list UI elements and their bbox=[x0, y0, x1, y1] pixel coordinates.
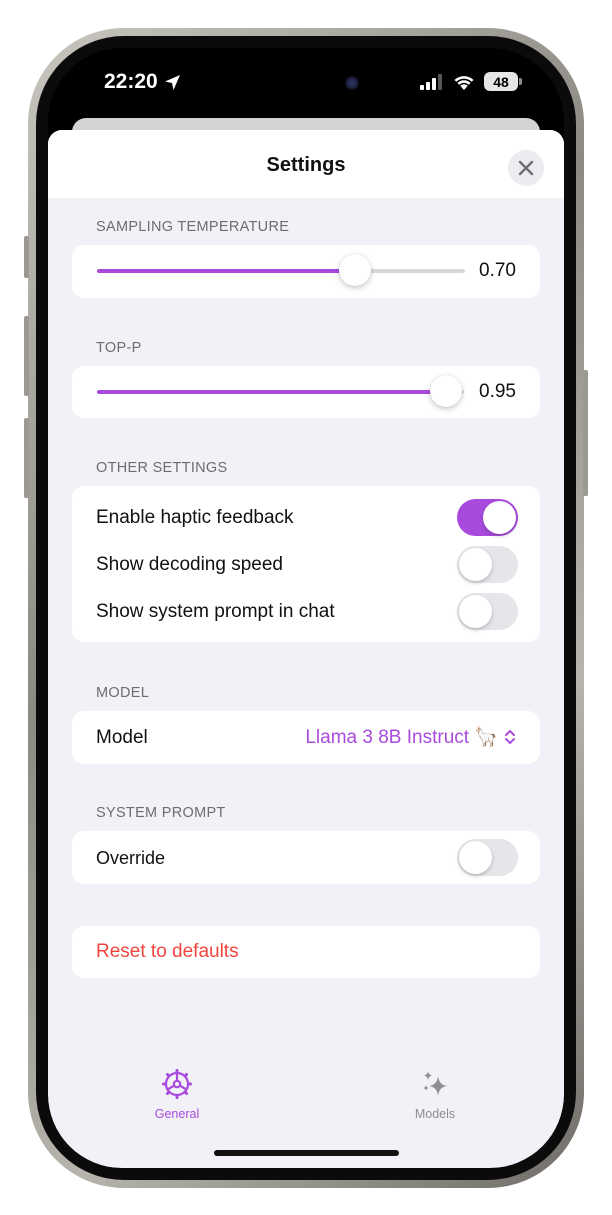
model-picker[interactable]: Llama 3 8B Instruct 🦙 bbox=[305, 725, 516, 749]
home-indicator bbox=[214, 1150, 399, 1156]
system-prompt-card: Override bbox=[72, 831, 540, 884]
top-p-value: 0.95 bbox=[479, 381, 516, 402]
action-button bbox=[24, 236, 29, 278]
reset-to-defaults-button[interactable]: Reset to defaults bbox=[72, 926, 540, 978]
battery-indicator: 48 bbox=[484, 72, 522, 91]
override-toggle[interactable] bbox=[457, 839, 518, 876]
status-bar-time: 22:20 bbox=[104, 70, 181, 94]
other-settings-card: Enable haptic feedback Show decoding spe… bbox=[72, 486, 540, 642]
decoding-speed-toggle[interactable] bbox=[457, 546, 518, 583]
toggle-knob bbox=[459, 841, 492, 874]
tab-general-label: General bbox=[154, 1107, 200, 1121]
close-button[interactable] bbox=[508, 150, 544, 186]
sparkles-icon bbox=[423, 1071, 447, 1096]
toggle-knob bbox=[459, 595, 492, 628]
slider-thumb[interactable] bbox=[338, 254, 371, 286]
cellular-signal-icon bbox=[420, 73, 442, 90]
camera-icon bbox=[345, 76, 359, 90]
system-prompt-in-chat-label: Show system prompt in chat bbox=[96, 601, 335, 622]
close-icon bbox=[518, 160, 534, 176]
dynamic-island bbox=[240, 67, 368, 100]
volume-up-button bbox=[24, 316, 29, 396]
tab-models[interactable]: Models bbox=[375, 1068, 495, 1121]
section-label-system-prompt: SYSTEM PROMPT bbox=[96, 805, 226, 821]
system-prompt-in-chat-toggle[interactable] bbox=[457, 593, 518, 630]
settings-gear-icon bbox=[162, 1069, 192, 1099]
model-row-label: Model bbox=[96, 727, 148, 748]
slider-thumb[interactable] bbox=[429, 375, 462, 407]
top-p-card: 0.95 bbox=[72, 366, 540, 418]
sampling-temperature-value: 0.70 bbox=[479, 260, 516, 281]
power-button bbox=[583, 370, 588, 496]
wifi-icon bbox=[454, 75, 474, 90]
top-p-slider[interactable] bbox=[97, 375, 464, 407]
settings-sheet: Settings SAMPLING TEMPERATURE 0.70 TOP-P bbox=[48, 130, 564, 1168]
tab-bar: General Models bbox=[48, 1040, 564, 1168]
sheet-title: Settings bbox=[266, 154, 346, 176]
section-label-sampling-temperature: SAMPLING TEMPERATURE bbox=[96, 219, 290, 235]
model-card[interactable]: Model Llama 3 8B Instruct 🦙 bbox=[72, 711, 540, 764]
reset-to-defaults-label: Reset to defaults bbox=[96, 941, 239, 962]
tab-models-label: Models bbox=[414, 1107, 456, 1121]
override-label: Override bbox=[96, 848, 166, 868]
slider-fill bbox=[97, 269, 355, 273]
volume-down-button bbox=[24, 418, 29, 498]
toggle-knob bbox=[483, 501, 516, 534]
slider-fill bbox=[97, 390, 446, 394]
section-label-other-settings: OTHER SETTINGS bbox=[96, 460, 228, 476]
status-bar-indicators: 48 bbox=[420, 72, 522, 91]
sampling-temperature-slider[interactable] bbox=[97, 254, 465, 286]
chevron-up-down-icon bbox=[505, 730, 515, 744]
model-picker-value: Llama 3 8B Instruct 🦙 bbox=[305, 727, 498, 748]
sampling-temperature-card: 0.70 bbox=[72, 245, 540, 298]
sheet-header: Settings bbox=[48, 130, 564, 198]
location-arrow-icon bbox=[164, 74, 180, 90]
section-label-top-p: TOP-P bbox=[96, 340, 142, 356]
decoding-speed-label: Show decoding speed bbox=[96, 554, 283, 575]
haptic-feedback-label: Enable haptic feedback bbox=[96, 507, 294, 528]
haptic-feedback-toggle[interactable] bbox=[457, 499, 518, 536]
section-label-model: MODEL bbox=[96, 685, 150, 701]
screen: 22:20 48 Settings SAMPLING TEMPERATURE 0… bbox=[48, 48, 564, 1168]
toggle-knob bbox=[459, 548, 492, 581]
tab-general[interactable]: General bbox=[117, 1068, 237, 1121]
